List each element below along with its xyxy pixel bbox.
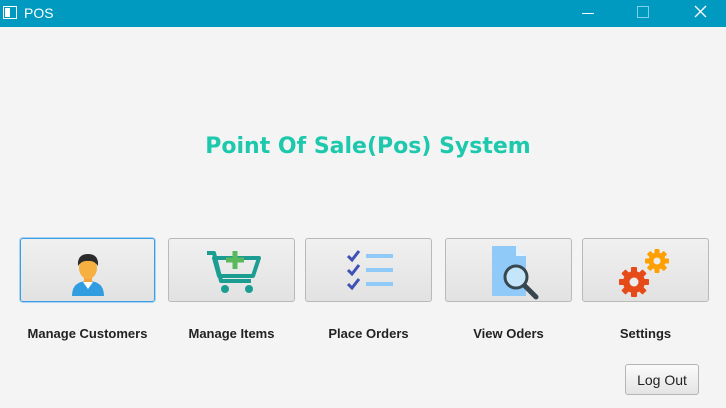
manage-customers-button[interactable] xyxy=(20,238,155,302)
place-orders-button[interactable] xyxy=(305,238,432,302)
cart-add-icon xyxy=(207,251,261,293)
page-heading: Point Of Sale(Pos) System xyxy=(205,134,531,159)
minimize-icon xyxy=(582,13,594,14)
manage-items-button[interactable] xyxy=(168,238,295,302)
close-icon xyxy=(694,5,707,18)
close-button[interactable] xyxy=(678,0,724,27)
manage-items-label: Manage Items xyxy=(188,326,275,341)
settings-label: Settings xyxy=(619,326,672,341)
logout-button[interactable]: Log Out xyxy=(625,364,699,395)
window-title: POS xyxy=(24,5,54,21)
settings-button[interactable] xyxy=(582,238,709,302)
view-orders-button[interactable] xyxy=(445,238,572,302)
place-orders-label: Place Orders xyxy=(328,326,409,341)
maximize-button[interactable] xyxy=(619,0,665,27)
maximize-icon xyxy=(637,6,649,18)
view-orders-label: View Oders xyxy=(473,326,544,341)
document-search-icon xyxy=(492,246,539,300)
minimize-button[interactable] xyxy=(566,0,612,27)
checklist-icon xyxy=(346,250,393,291)
manage-customers-label: Manage Customers xyxy=(27,326,148,341)
title-bar: POS xyxy=(0,0,726,27)
customer-avatar-icon xyxy=(72,254,104,296)
app-window-icon xyxy=(3,6,17,19)
gears-icon xyxy=(619,249,669,297)
